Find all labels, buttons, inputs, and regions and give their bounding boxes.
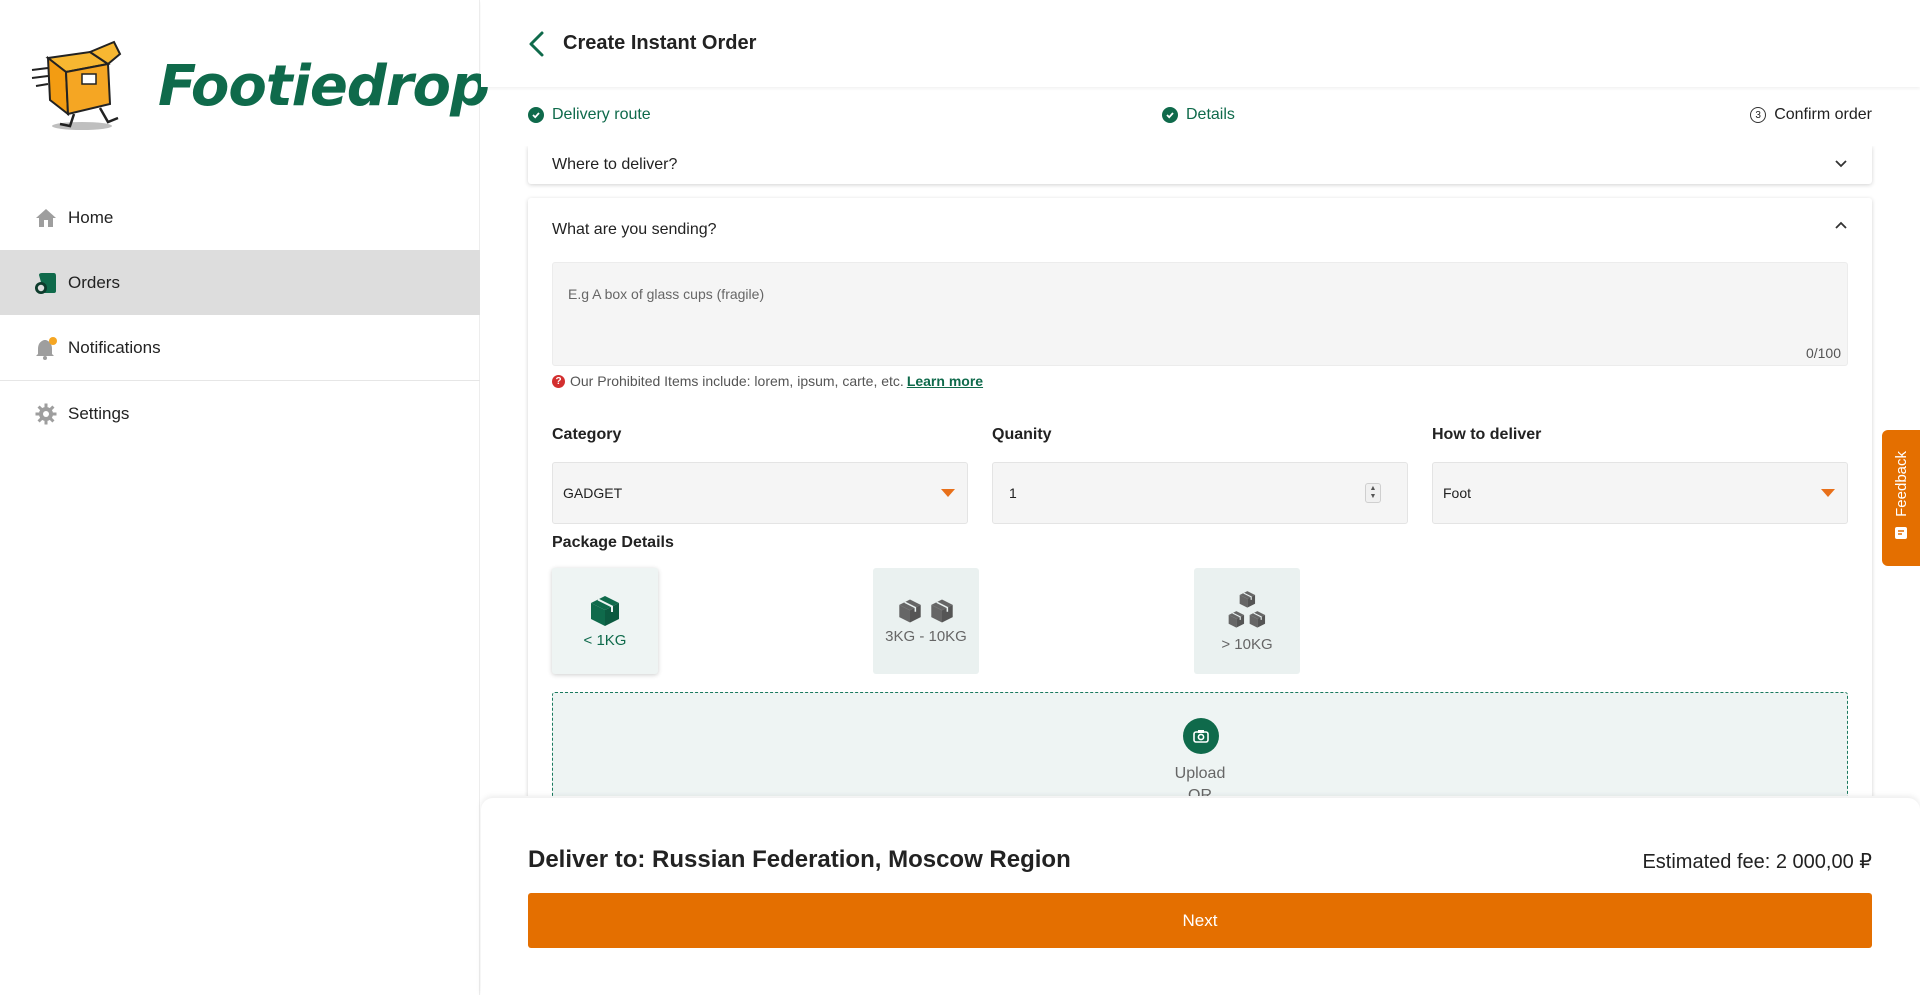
step-label: Confirm order bbox=[1774, 106, 1872, 123]
prohibited-text: Our Prohibited Items include: lorem, ips… bbox=[570, 373, 904, 389]
sidebar-item-label: Settings bbox=[68, 403, 130, 423]
learn-more-link[interactable]: Learn more bbox=[907, 373, 983, 389]
feedback-chat-icon bbox=[1894, 526, 1908, 545]
category-value: GADGET bbox=[563, 485, 623, 501]
sidebar-item-label: Orders bbox=[68, 272, 120, 292]
orders-icon bbox=[34, 271, 58, 295]
accordion-title: Where to deliver? bbox=[552, 156, 678, 173]
step-delivery-route[interactable]: Delivery route bbox=[528, 106, 651, 124]
category-select[interactable]: GADGET bbox=[552, 462, 968, 524]
order-form: Where to deliver? What are you sending? … bbox=[481, 146, 1920, 796]
delivery-method-select[interactable]: Foot bbox=[1432, 462, 1848, 524]
page-header: Create Instant Order bbox=[481, 0, 1920, 87]
order-stepper: Delivery route Details 3 Confirm order bbox=[528, 95, 1872, 135]
estimated-fee: Estimated fee: 2 000,00 ₽ bbox=[1642, 851, 1872, 873]
sidebar: Footiedrop Home Orders Notifications Set… bbox=[0, 0, 490, 995]
package-box-icon bbox=[591, 595, 619, 626]
camera-icon[interactable] bbox=[1183, 718, 1219, 754]
sidebar-item-orders[interactable]: Orders bbox=[0, 250, 480, 315]
order-summary-panel: Deliver to: Russian Federation, Moscow R… bbox=[481, 798, 1920, 995]
how-to-deliver-label: How to deliver bbox=[1432, 426, 1542, 443]
accordion-title: What are you sending? bbox=[552, 221, 717, 238]
next-button[interactable]: Next bbox=[528, 893, 1872, 948]
gear-icon bbox=[34, 402, 58, 426]
question-circle-icon: ? bbox=[552, 374, 565, 388]
accordion-what-are-you-sending: What are you sending? E.g A box of glass… bbox=[528, 198, 1872, 796]
quantity-value: 1 bbox=[1009, 485, 1017, 501]
package-option-small[interactable]: < 1KG bbox=[552, 568, 658, 674]
step-details[interactable]: Details bbox=[1162, 106, 1235, 124]
feedback-label: Feedback bbox=[1892, 450, 1910, 517]
package-option-large[interactable]: > 10KG bbox=[1194, 568, 1300, 674]
sidebar-item-settings[interactable]: Settings bbox=[0, 381, 480, 446]
accordion-header[interactable]: What are you sending? bbox=[528, 198, 1872, 262]
chevron-up-icon bbox=[1834, 217, 1848, 235]
chevron-down-icon bbox=[1834, 156, 1848, 174]
delivery-method-value: Foot bbox=[1443, 485, 1472, 501]
prohibited-items-note: ? Our Prohibited Items include: lorem, i… bbox=[552, 373, 983, 389]
package-boxes-stack-icon bbox=[1228, 590, 1266, 628]
sidebar-item-notifications[interactable]: Notifications bbox=[0, 315, 480, 380]
brand-name: Footiedrop bbox=[158, 53, 490, 119]
caret-down-icon bbox=[941, 489, 955, 497]
upload-label: Upload bbox=[1174, 765, 1226, 782]
step-number-icon: 3 bbox=[1750, 107, 1767, 123]
photo-upload-dropzone[interactable]: Upload OR bbox=[552, 692, 1848, 796]
page-title: Create Instant Order bbox=[563, 32, 757, 54]
textarea-placeholder: E.g A box of glass cups (fragile) bbox=[568, 286, 765, 302]
package-option-label: 3KG - 10KG bbox=[885, 627, 967, 645]
check-circle-icon bbox=[528, 107, 544, 123]
sidebar-item-label: Notifications bbox=[68, 337, 161, 357]
step-label: Details bbox=[1186, 106, 1235, 123]
category-label: Category bbox=[552, 426, 622, 443]
item-description-textarea[interactable]: E.g A box of glass cups (fragile) 0/100 bbox=[552, 262, 1848, 366]
check-circle-icon bbox=[1162, 107, 1178, 123]
logo[interactable]: Footiedrop bbox=[30, 38, 490, 134]
spinner-arrows-icon[interactable]: ▲ ▼ bbox=[1365, 483, 1381, 503]
quantity-label: Quanity bbox=[992, 426, 1052, 443]
package-box-icon bbox=[931, 599, 953, 622]
sidebar-item-home[interactable]: Home bbox=[0, 185, 480, 250]
accordion-where-to-deliver[interactable]: Where to deliver? bbox=[528, 146, 1872, 184]
char-counter: 0/100 bbox=[1805, 345, 1841, 361]
logo-box-mascot-icon bbox=[31, 40, 122, 130]
step-label: Delivery route bbox=[552, 106, 651, 123]
upload-or-label: OR bbox=[1188, 787, 1212, 796]
bell-icon bbox=[34, 336, 58, 360]
package-details-label: Package Details bbox=[552, 534, 674, 551]
sidebar-item-label: Home bbox=[68, 207, 114, 227]
back-arrow-icon[interactable] bbox=[527, 29, 553, 59]
step-confirm-order[interactable]: 3 Confirm order bbox=[1750, 106, 1872, 124]
package-option-label: < 1KG bbox=[583, 631, 627, 649]
quantity-stepper[interactable]: 1 ▲ ▼ bbox=[992, 462, 1408, 524]
package-box-icon bbox=[899, 599, 921, 622]
sidebar-nav: Home Orders Notifications Settings bbox=[0, 185, 480, 446]
caret-down-icon bbox=[1821, 489, 1835, 497]
feedback-tab[interactable]: Feedback bbox=[1882, 430, 1920, 566]
home-icon bbox=[34, 206, 58, 230]
deliver-to-text: Deliver to: Russian Federation, Moscow R… bbox=[528, 846, 1071, 873]
package-option-label: > 10KG bbox=[1221, 635, 1273, 653]
package-option-medium[interactable]: 3KG - 10KG bbox=[873, 568, 979, 674]
